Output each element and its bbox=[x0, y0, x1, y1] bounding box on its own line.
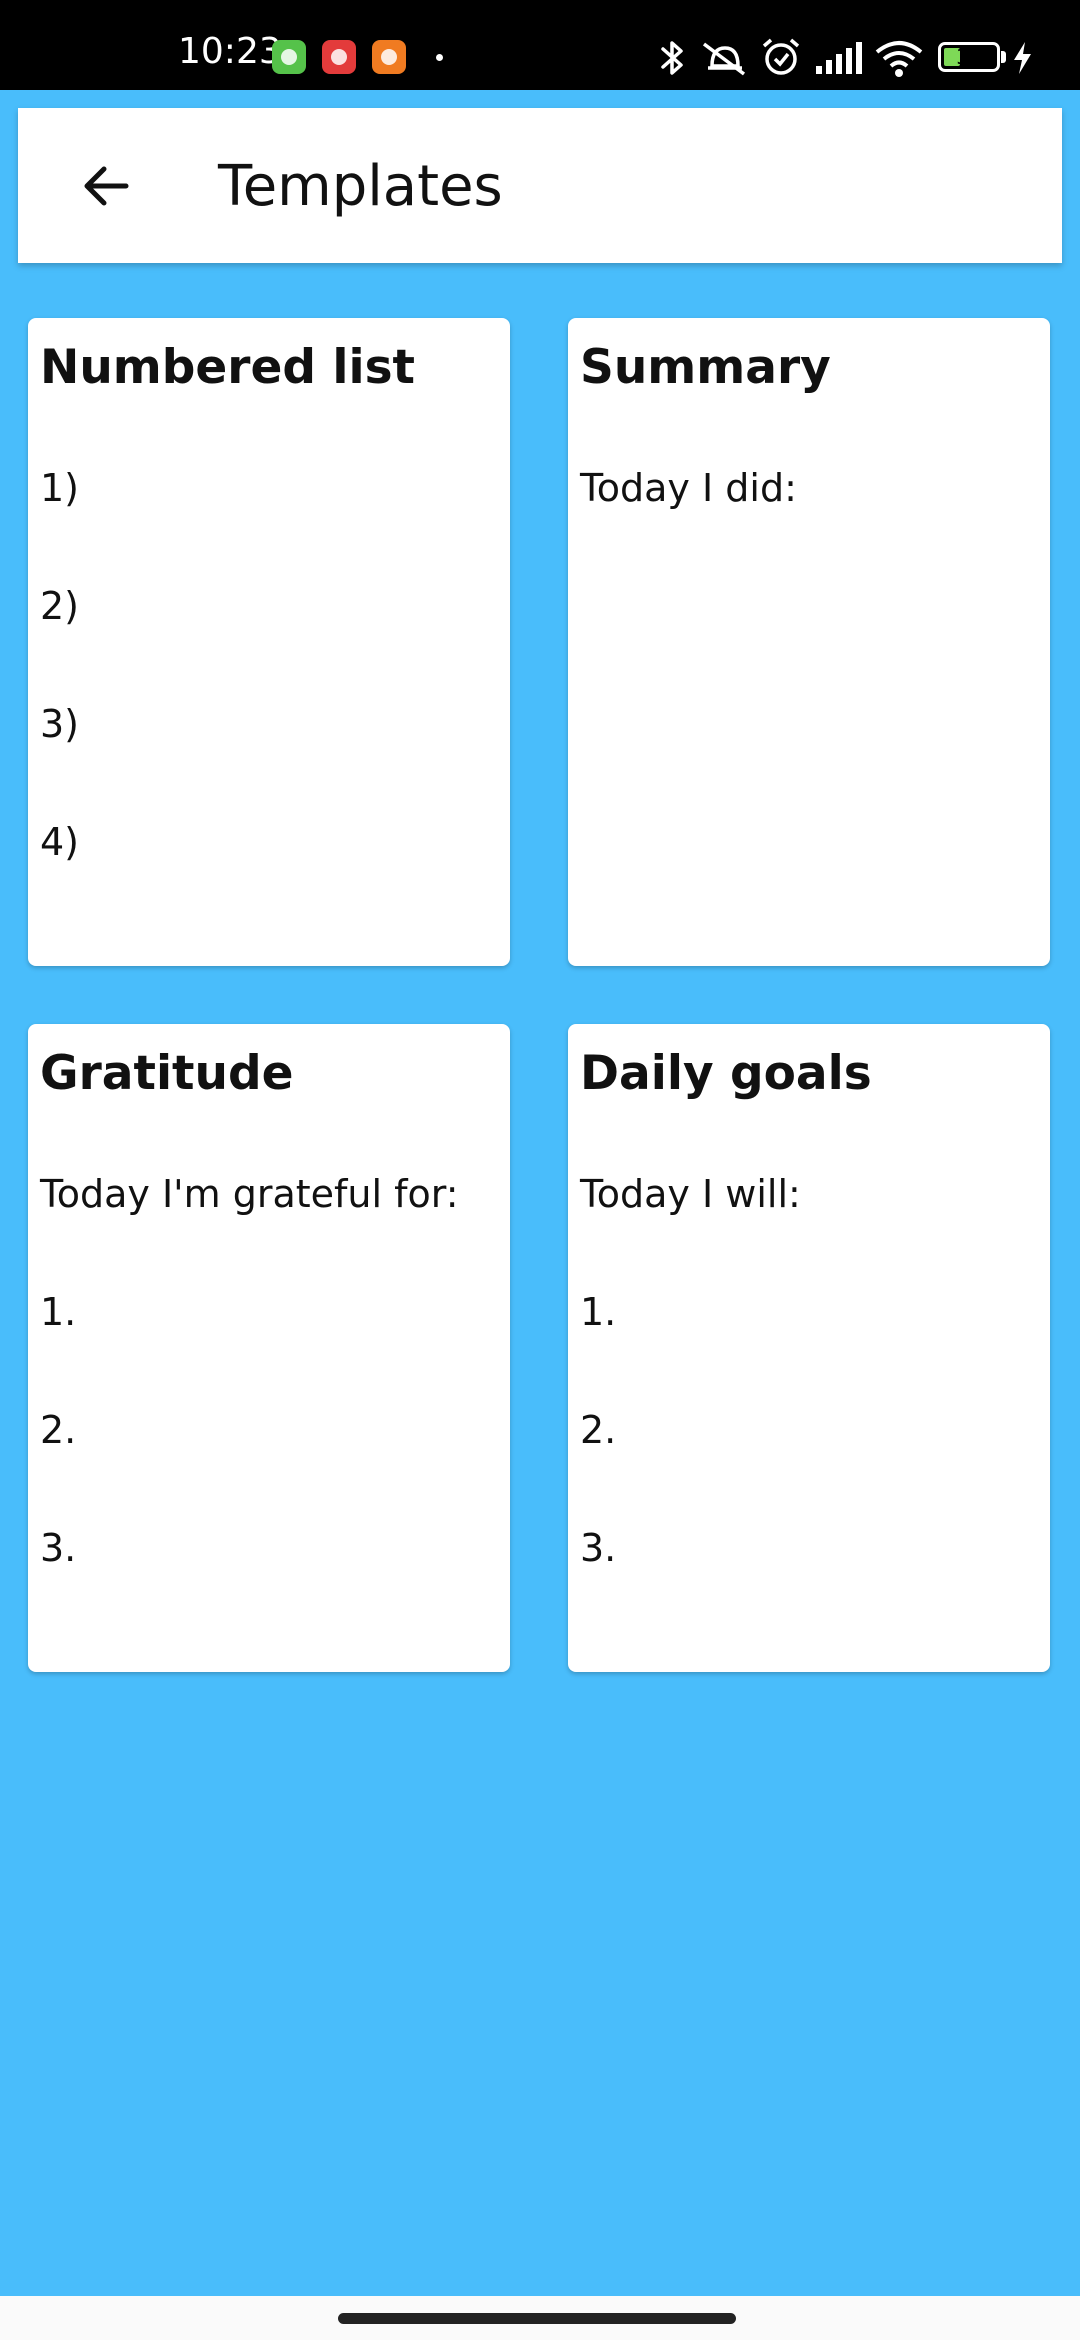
card-line: 1. bbox=[40, 1290, 77, 1334]
template-card-gratitude[interactable]: Gratitude Today I'm grateful for: 1. 2. … bbox=[28, 1024, 510, 1672]
template-card-daily-goals[interactable]: Daily goals Today I will: 1. 2. 3. bbox=[568, 1024, 1050, 1672]
card-title: Gratitude bbox=[40, 1046, 294, 1101]
signal-icon bbox=[816, 42, 862, 74]
app-bar: Templates bbox=[18, 108, 1062, 263]
card-line: 2. bbox=[580, 1408, 617, 1452]
app-green-icon bbox=[272, 40, 306, 74]
card-line: Today I'm grateful for: bbox=[40, 1172, 459, 1216]
template-card-numbered-list[interactable]: Numbered list 1) 2) 3) 4) bbox=[28, 318, 510, 966]
card-line: 2) bbox=[40, 584, 80, 628]
arrow-left-icon bbox=[84, 166, 129, 206]
charging-icon bbox=[1014, 42, 1031, 74]
page-title: Templates bbox=[218, 154, 503, 219]
card-line: 1) bbox=[40, 466, 80, 510]
card-line: 3. bbox=[580, 1526, 617, 1570]
card-line: 3. bbox=[40, 1526, 77, 1570]
battery-tip bbox=[1001, 51, 1006, 63]
battery-icon: 32 bbox=[938, 42, 1000, 72]
dot-icon bbox=[436, 54, 443, 61]
card-title: Summary bbox=[580, 340, 831, 395]
card-title: Numbered list bbox=[40, 340, 416, 395]
card-line: Today I did: bbox=[580, 466, 797, 510]
card-line: 2. bbox=[40, 1408, 77, 1452]
card-line: 4) bbox=[40, 820, 80, 864]
battery-level: 32 bbox=[956, 45, 982, 69]
app-orange-icon bbox=[372, 40, 406, 74]
status-bar: 10:23 32 bbox=[0, 0, 1080, 90]
card-line: Today I will: bbox=[580, 1172, 801, 1216]
bluetooth-icon bbox=[661, 41, 683, 75]
alarm-icon bbox=[762, 38, 800, 75]
back-button[interactable] bbox=[68, 146, 148, 226]
template-card-summary[interactable]: Summary Today I did: bbox=[568, 318, 1050, 966]
status-time: 10:23 bbox=[178, 31, 282, 72]
card-line: 3) bbox=[40, 702, 80, 746]
card-line: 1. bbox=[580, 1290, 617, 1334]
wifi-icon bbox=[875, 41, 923, 77]
card-title: Daily goals bbox=[580, 1046, 872, 1101]
home-indicator[interactable] bbox=[338, 2313, 736, 2324]
silent-icon bbox=[702, 42, 746, 76]
app-red-icon bbox=[322, 40, 356, 74]
